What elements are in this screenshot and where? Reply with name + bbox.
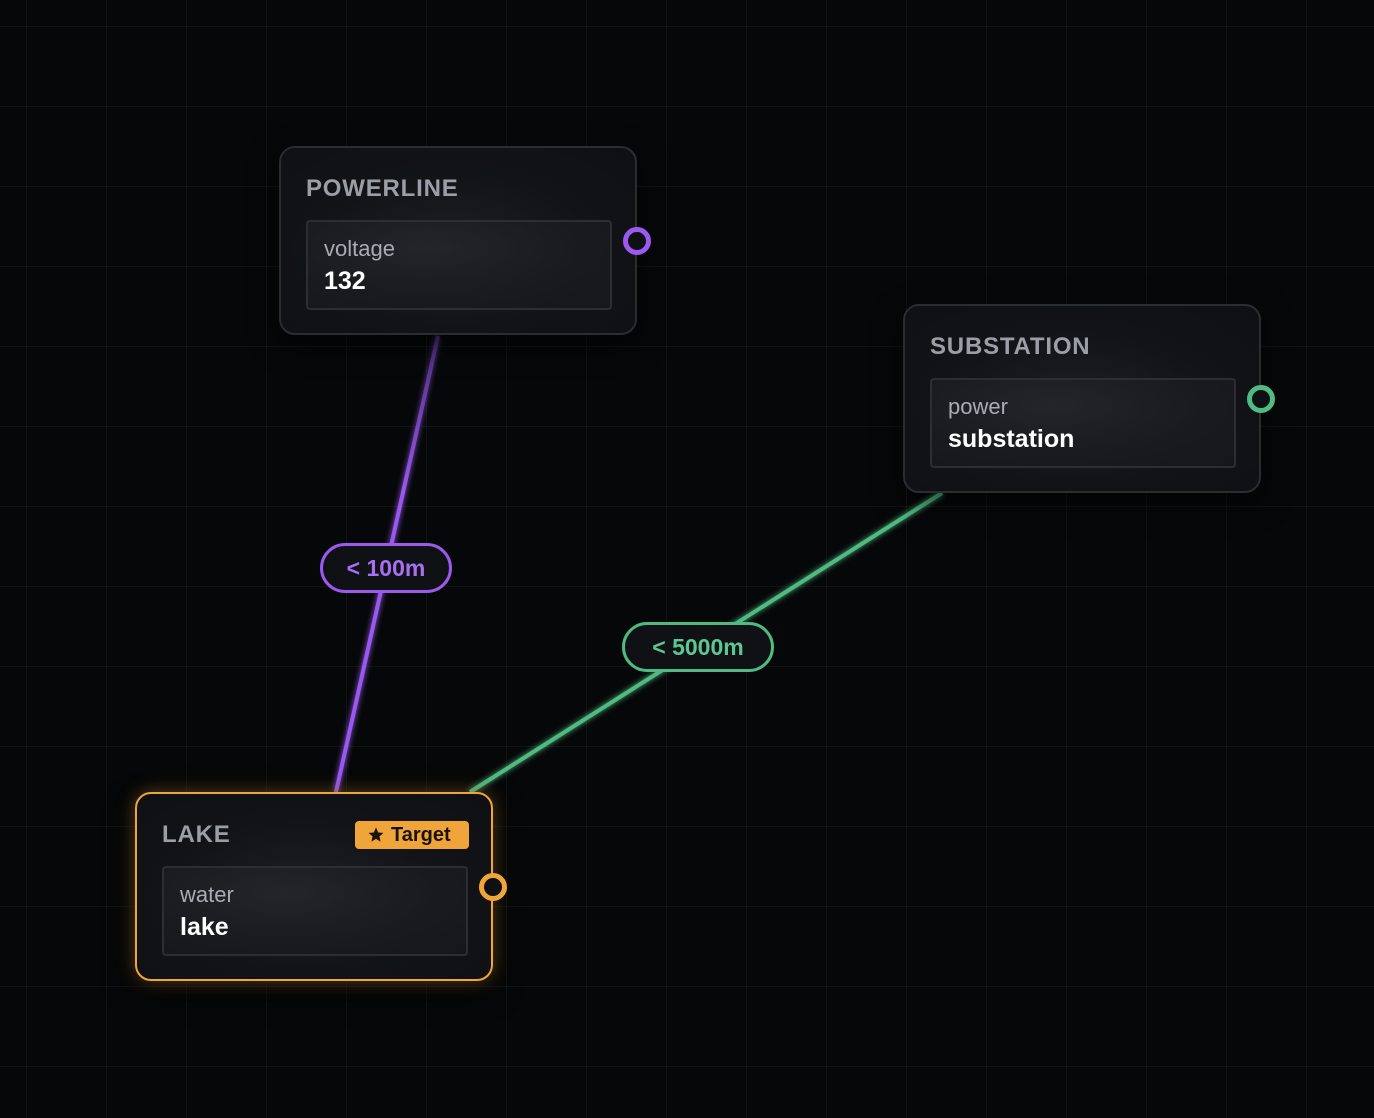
target-badge: Target <box>355 821 469 849</box>
graph-canvas[interactable]: POWERLINE voltage 132 SUBSTATION power s… <box>0 0 1374 1118</box>
field-key: power <box>948 394 1008 419</box>
node-field[interactable]: voltage 132 <box>306 220 612 310</box>
node-field[interactable]: power substation <box>930 378 1236 468</box>
star-icon <box>368 827 384 842</box>
powerline-output-handle[interactable] <box>623 227 651 255</box>
field-key: water <box>180 882 234 907</box>
field-key: voltage <box>324 236 395 261</box>
lake-output-handle[interactable] <box>479 873 507 901</box>
node-powerline[interactable]: POWERLINE voltage 132 <box>279 146 637 335</box>
substation-output-handle[interactable] <box>1247 385 1275 413</box>
edge-label-substation-lake[interactable]: < 5000m <box>622 622 774 672</box>
edge-label-powerline-lake[interactable]: < 100m <box>320 543 452 593</box>
node-substation[interactable]: SUBSTATION power substation <box>903 304 1261 493</box>
node-title: LAKE <box>162 821 231 848</box>
badge-label: Target <box>391 824 451 846</box>
node-field[interactable]: water lake <box>162 866 468 956</box>
node-title: POWERLINE <box>306 175 459 202</box>
field-value: 132 <box>324 267 366 295</box>
field-value: lake <box>180 913 229 941</box>
node-title: SUBSTATION <box>930 333 1091 360</box>
node-lake[interactable]: LAKE Target water lake <box>135 792 493 981</box>
field-value: substation <box>948 425 1075 453</box>
